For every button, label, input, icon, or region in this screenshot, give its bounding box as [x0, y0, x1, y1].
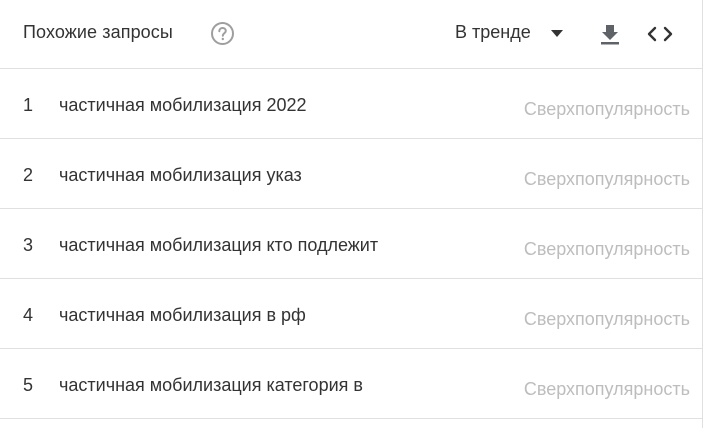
- row-value: Сверхпопулярность: [523, 99, 690, 119]
- row-rank: 2: [23, 165, 34, 185]
- row-value: Сверхпопулярность: [523, 379, 690, 399]
- widget-title: Похожие запросы: [23, 22, 173, 42]
- widget-header: Похожие запросы В тренде: [0, 0, 702, 69]
- row-value: Сверхпопулярность: [523, 169, 690, 189]
- table-row[interactable]: 3 частичная мобилизация кто подлежит Све…: [0, 209, 702, 279]
- table-row[interactable]: 4 частичная мобилизация в рф Сверхпопуля…: [0, 279, 702, 349]
- filter-label: В тренде: [455, 22, 531, 42]
- row-value: Сверхпопулярность: [523, 309, 690, 329]
- help-icon[interactable]: [210, 21, 235, 46]
- row-rank: 3: [23, 235, 34, 255]
- table-row[interactable]: 1 частичная мобилизация 2022 Сверхпопуля…: [0, 69, 702, 139]
- row-value: Сверхпопулярность: [523, 239, 690, 259]
- related-queries-list: 1 частичная мобилизация 2022 Сверхпопуля…: [0, 69, 702, 419]
- row-query[interactable]: частичная мобилизация указ: [59, 165, 302, 186]
- code-embed-icon[interactable]: [645, 22, 675, 46]
- row-query[interactable]: частичная мобилизация 2022: [59, 95, 307, 116]
- dropdown-caret-icon: [550, 29, 563, 37]
- row-query[interactable]: частичная мобилизация категория в: [59, 375, 363, 396]
- related-queries-widget: Похожие запросы В тренде 1 частичная моб…: [0, 0, 703, 428]
- table-row[interactable]: 5 частичная мобилизация категория в Свер…: [0, 349, 702, 419]
- table-row[interactable]: 2 частичная мобилизация указ Сверхпопуля…: [0, 139, 702, 209]
- row-query[interactable]: частичная мобилизация в рф: [59, 305, 306, 326]
- row-rank: 4: [23, 305, 34, 325]
- trend-filter-dropdown[interactable]: В тренде: [455, 22, 564, 43]
- row-rank: 1: [23, 95, 34, 115]
- row-rank: 5: [23, 375, 34, 395]
- row-query[interactable]: частичная мобилизация кто подлежит: [59, 235, 378, 256]
- download-icon[interactable]: [598, 22, 622, 46]
